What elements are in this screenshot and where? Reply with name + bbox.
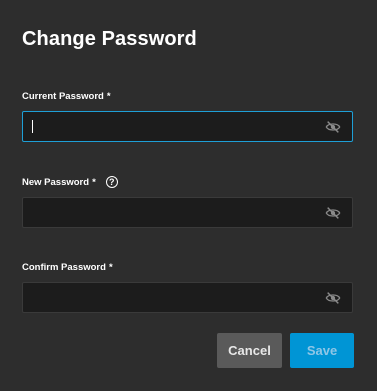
current-password-input[interactable] bbox=[22, 111, 353, 142]
save-button[interactable]: Save bbox=[290, 333, 354, 368]
eye-off-icon[interactable] bbox=[324, 119, 342, 135]
text-caret bbox=[32, 120, 33, 133]
new-password-label: New Password * ? bbox=[22, 176, 118, 188]
confirm-password-label: Confirm Password * bbox=[22, 262, 113, 273]
dialog-title: Change Password bbox=[22, 28, 197, 50]
eye-off-icon[interactable] bbox=[324, 290, 342, 306]
cancel-button[interactable]: Cancel bbox=[217, 333, 282, 368]
confirm-password-label-text: Confirm Password bbox=[22, 262, 106, 273]
current-password-label: Current Password * bbox=[22, 91, 111, 102]
help-circle-icon[interactable]: ? bbox=[105, 176, 118, 188]
eye-off-icon[interactable] bbox=[324, 205, 342, 221]
current-password-label-text: Current Password bbox=[22, 91, 104, 102]
required-mark: * bbox=[108, 262, 113, 273]
new-password-label-text: New Password bbox=[22, 176, 90, 188]
new-password-input[interactable] bbox=[22, 197, 353, 228]
confirm-password-input[interactable] bbox=[22, 282, 353, 313]
required-mark: * bbox=[106, 91, 111, 102]
change-password-dialog: Change Password Current Password * New P… bbox=[0, 0, 377, 391]
required-mark: * bbox=[92, 176, 96, 188]
